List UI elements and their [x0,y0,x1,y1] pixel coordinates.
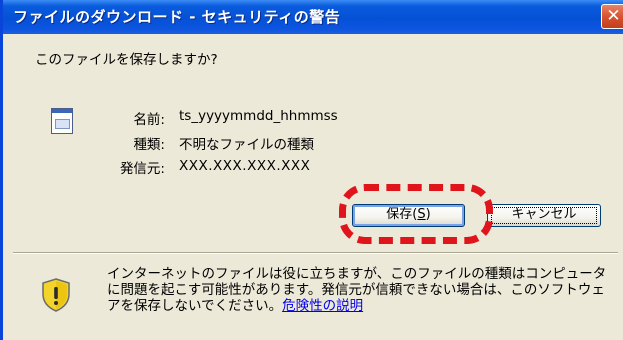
download-dialog: ファイルのダウンロード - セキュリティの警告 ✕ このファイルを保存しますか?… [0,0,623,340]
save-highlight-annotation [339,184,493,244]
save-question: このファイルを保存しますか? [35,52,218,68]
file-icon [51,108,73,134]
name-value: ts_yyyymmdd_hhmmss [179,108,338,124]
name-label: 名前: [133,112,165,128]
source-value: XXX.XXX.XXX.XXX [179,158,311,174]
type-value: 不明なファイルの種類 [179,137,314,153]
source-label: 発信元: [119,161,165,177]
close-icon: ✕ [606,6,621,26]
title-bar[interactable]: ファイルのダウンロード - セキュリティの警告 [3,0,623,34]
risk-explanation-link[interactable]: 危険性の説明 [282,298,363,314]
warning-message: インターネットのファイルは役に立ちますが、このファイルの種類はコンピュータに問題… [107,266,607,314]
shield-warning-icon [42,278,70,312]
window-title: ファイルのダウンロード - セキュリティの警告 [13,8,341,26]
close-button[interactable]: ✕ [601,4,623,29]
divider [13,252,618,254]
cancel-button[interactable]: キャンセル [487,204,601,227]
type-label: 種類: [133,137,165,153]
